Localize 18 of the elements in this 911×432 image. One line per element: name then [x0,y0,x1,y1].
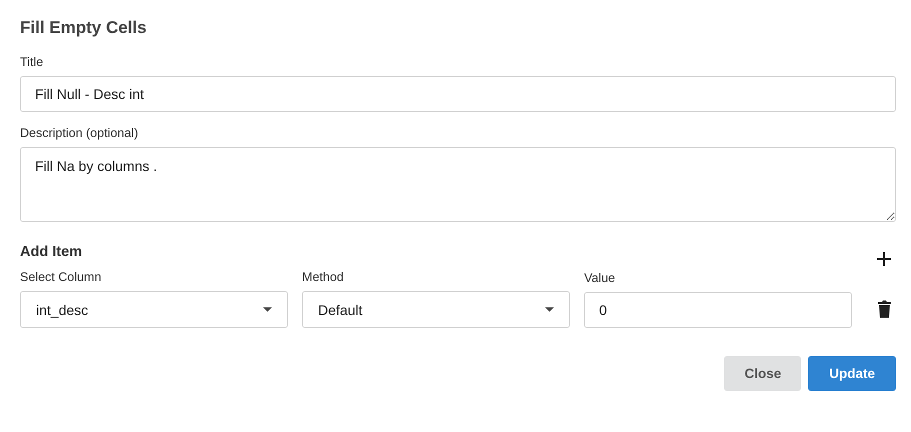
dropdown[interactable]: int_desc [20,291,288,328]
title-field[interactable]: Fill Null - Desc int [20,76,896,112]
update-button[interactable]: Update [808,356,896,391]
value-field[interactable]: 0 [584,292,852,328]
dialog-title: Fill Empty Cells [20,18,148,38]
section-title: Add Item [20,244,82,260]
field-label: Title [20,55,44,69]
field-label: Description (optional) [20,126,140,140]
caret-icon [263,307,272,312]
caret-icon [545,307,554,312]
field-label: Value [584,271,616,285]
field-label: Method [302,270,345,284]
plus-icon[interactable] [877,252,891,266]
dropdown[interactable]: Default [302,291,570,328]
close-button[interactable]: Close [724,356,802,391]
trash-icon[interactable] [878,300,891,318]
description-field[interactable]: Fill Na by columns . [20,147,896,222]
field-label: Select Column [20,270,102,284]
